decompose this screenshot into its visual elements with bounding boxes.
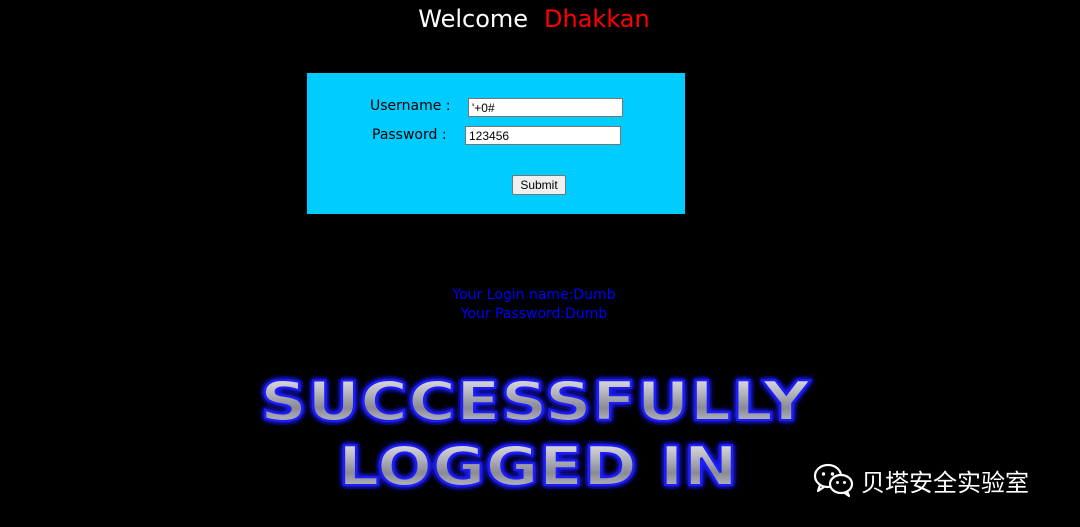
success-banner: SUCCESSFULLY LOGGED IN [259,369,812,499]
watermark: 贝塔安全实验室 [813,460,1029,500]
login-name-text: Your Login name:Dumb [452,287,616,303]
watermark-text: 贝塔安全实验室 [861,468,1029,497]
password-text: Your Password:Dumb [460,306,608,322]
username-input[interactable] [468,98,623,117]
banner-line-1: SUCCESSFULLY [260,370,811,433]
login-result: Your Login name:Dumb Your Password:Dumb [0,286,1068,324]
page: Welcome Dhakkan Username : Password : Sub… [0,0,1080,527]
login-form: Username : Password : Submit [307,73,685,214]
wechat-icon [813,463,854,498]
password-input[interactable] [465,126,621,145]
user-name: Dhakkan [544,5,650,33]
username-label: Username : [370,98,451,114]
banner-line-2: LOGGED IN [338,435,738,498]
welcome-header: Welcome Dhakkan [0,5,1068,33]
welcome-label: Welcome [418,5,529,33]
password-label: Password : [372,127,447,143]
submit-button[interactable]: Submit [512,175,566,195]
